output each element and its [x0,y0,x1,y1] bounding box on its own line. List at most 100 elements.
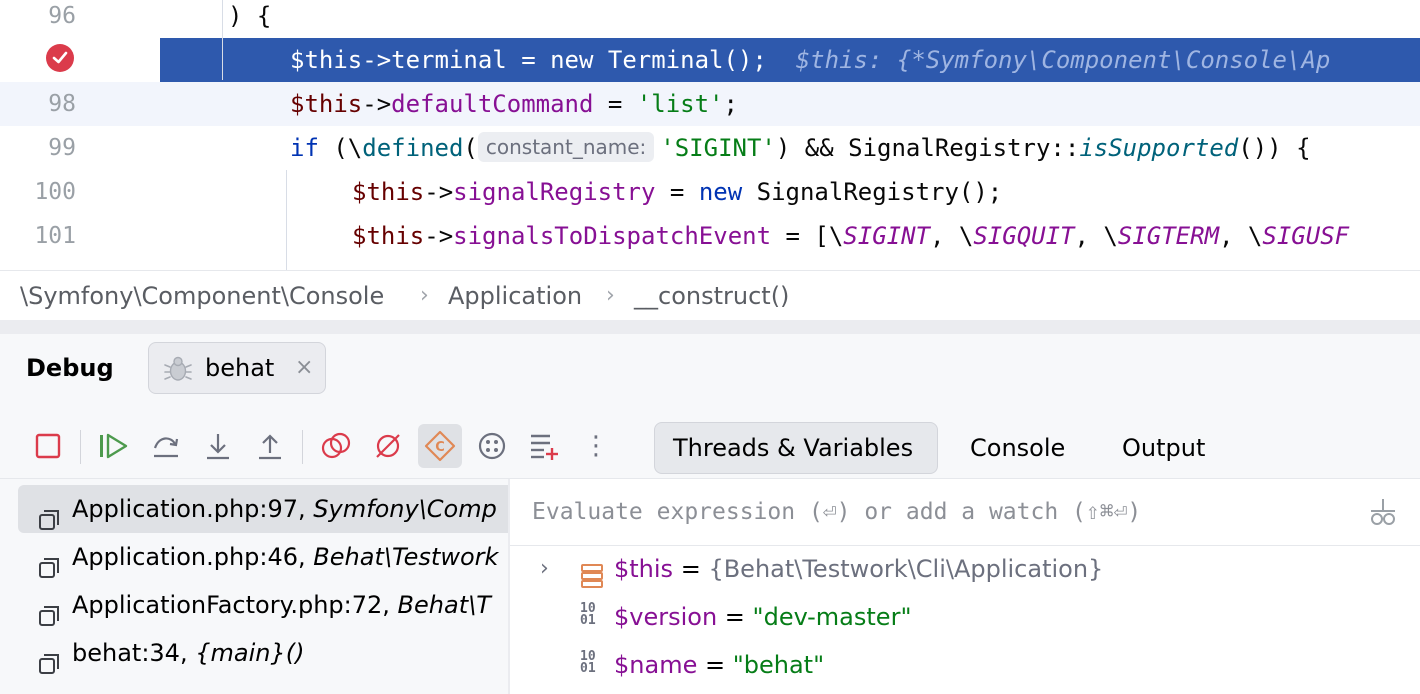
code-op: = [\ [771,222,844,250]
line-number: 98 [48,91,76,117]
code-text: ) { [228,2,272,30]
watch-glasses-icon[interactable] [1368,497,1398,531]
toolbar-separator [80,430,81,464]
code-line-98[interactable]: 98 $this->defaultCommand = 'list'; [0,82,1420,126]
code-line-97-execution-point[interactable]: $this->terminal = new Terminal(); $this:… [0,38,1420,82]
code-text: $this->terminal = new Terminal(); $this:… [290,38,1330,82]
view-breakpoints-button[interactable] [314,424,358,468]
frame-location: behat:34, [72,639,196,667]
line-number: 101 [34,223,76,249]
debug-tool-window: Debug behat × C ⋮ Threads & Variables Co… [0,334,1420,694]
variable-value: {Behat\Testwork\Cli\Application} [708,555,1104,583]
debug-session-tab[interactable]: behat × [148,342,326,394]
frames-list: Application.php:97, Symfony\Comp Applica… [0,479,508,694]
variable-row[interactable]: › $this = {Behat\Testwork\Cli\Applicatio… [510,545,1420,593]
code-op: , \ [1219,222,1263,250]
more-options-icon[interactable]: ⋮ [574,424,618,468]
variable-text: $version = "dev-master" [614,593,911,641]
code-function: isSupported [1079,134,1239,162]
breakpoint-icon[interactable] [46,44,74,72]
code-constant: SIGUSF [1262,222,1350,250]
code-op: , \ [930,222,974,250]
breadcrumb-namespace[interactable]: \Symfony\Component\Console [20,271,384,321]
code-function: defined [362,134,464,162]
code-line-100[interactable]: 100 $this->signalRegistry = new SignalRe… [0,170,1420,214]
frame-text: behat:34, {main}() [72,629,304,677]
frame-context: Behat\Testwork [313,543,499,571]
code-constant: SIGINT [843,222,930,250]
code-op: SignalRegistry(); [742,178,1003,206]
variable-eq: = [697,651,733,679]
frame-context: Behat\T [397,591,491,619]
code-text: $this->signalRegistry = new SignalRegist… [352,170,1002,214]
svg-text:C: C [435,440,445,455]
code-var: $this [290,90,363,118]
add-watch-button[interactable] [522,424,566,468]
frame-item[interactable]: Application.php:97, Symfony\Comp [18,485,508,533]
step-out-button[interactable] [248,424,292,468]
breadcrumb-method[interactable]: __construct() [634,271,789,321]
variables-panel: Evaluate expression (⏎) or add a watch (… [510,479,1420,694]
evaluate-expression-field[interactable]: Evaluate expression (⏎) or add a watch (… [510,479,1420,546]
frame-context: Symfony\Comp [313,495,497,523]
step-over-button[interactable] [144,424,188,468]
code-op: -> [362,90,392,118]
tab-output[interactable]: Output [1104,422,1223,474]
listen-connections-button[interactable] [470,424,514,468]
code-string: 'SIGINT' [660,134,776,162]
breadcrumb-separator: › [606,283,615,308]
primitive-type-icon: 10 01 [580,601,596,628]
session-label: behat [205,354,275,382]
code-line-99[interactable]: 99 if (\defined(constant_name: 'SIGINT') … [0,126,1420,170]
code-line-101[interactable]: 101 $this->signalsToDispatchEvent = [\SI… [0,214,1420,258]
code-op: ()) { [1238,134,1311,162]
breadcrumb-class[interactable]: Application [448,271,582,321]
inline-debug-value: $this: {*Symfony\Component\Console\Ap [795,46,1331,74]
frame-location: Application.php:97, [72,495,314,523]
code-text: if (\defined(constant_name: 'SIGINT') && … [290,126,1311,170]
mute-breakpoints-button[interactable] [366,424,410,468]
variable-row[interactable]: 10 01 $name = "behat" [510,641,1420,689]
code-op: -> [424,222,454,250]
variable-row[interactable]: 10 01 $version = "dev-master" [510,593,1420,641]
code-op: -> [424,178,454,206]
debug-toolbar: C ⋮ Threads & Variables Console Output [0,416,1420,478]
frame-item[interactable]: Application.php:46, Behat\Testwork [18,533,508,581]
line-number: 99 [48,135,76,161]
code-keyword: new [698,178,743,206]
code-constant: SIGQUIT [973,222,1075,250]
stop-button[interactable] [26,424,70,468]
break-on-first-line-button[interactable]: C [418,424,462,468]
indent-guide [286,170,287,270]
step-into-button[interactable] [196,424,240,468]
code-op: ( [463,134,478,162]
frame-item[interactable]: behat:34, {main}() [18,629,508,677]
tab-threads-variables[interactable]: Threads & Variables [654,422,938,474]
variable-name: $version [614,603,718,631]
variable-name: $this [614,555,674,583]
frame-context: {main}() [195,639,305,667]
variable-value: "dev-master" [752,603,912,631]
frame-text: Application.php:46, Behat\Testwork [72,533,498,581]
frame-icon [38,643,60,691]
panel-splitter[interactable] [0,320,1420,334]
code-op: = [655,178,699,206]
line-number: 96 [48,3,76,29]
frame-item[interactable]: ApplicationFactory.php:72, Behat\T [18,581,508,629]
code-op: = [593,90,637,118]
code-line-96[interactable]: 96 ) { [0,0,1420,38]
breadcrumb: \Symfony\Component\Console › Application… [0,270,1420,321]
variable-eq: = [673,555,709,583]
code-field: signalsToDispatchEvent [453,222,772,250]
code-op: (\ [318,134,363,162]
code-editor[interactable]: 96 ) { $this->terminal = new Terminal();… [0,0,1420,270]
variable-text: $this = {Behat\Testwork\Cli\Application} [614,545,1103,593]
code-text: $this->signalsToDispatchEvent = [\SIGINT… [352,214,1349,258]
tab-console[interactable]: Console [952,422,1083,474]
close-icon[interactable]: × [295,343,313,393]
frame-text: Application.php:97, Symfony\Comp [72,485,497,533]
frame-location: Application.php:46, [72,543,314,571]
resume-button[interactable] [92,424,136,468]
variable-value: "behat" [732,651,825,679]
expand-chevron-icon[interactable]: › [540,545,549,593]
